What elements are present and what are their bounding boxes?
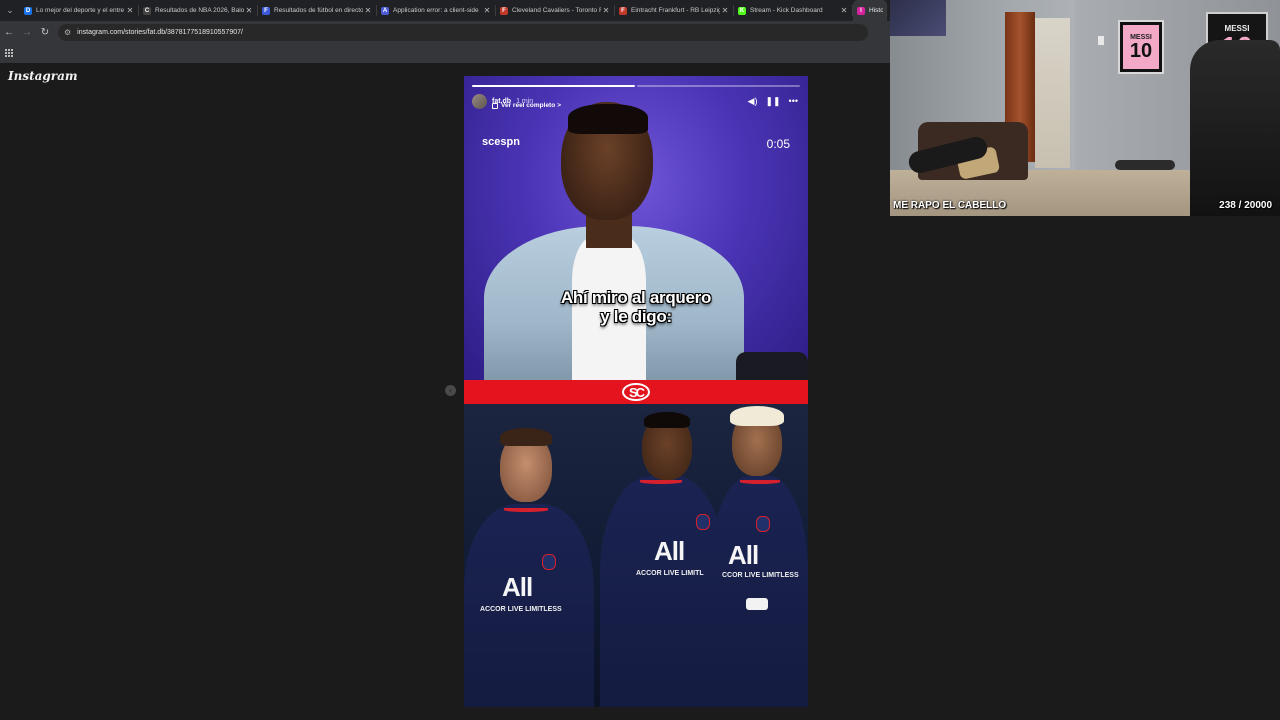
story-image-bottom: All ACCOR LIVE LIMITLESS All ACCOR LIVE … <box>464 404 808 707</box>
browser-tab[interactable]: C Resultados de NBA 2026, Balon ✕ <box>139 0 258 21</box>
person-hair <box>568 104 648 134</box>
webcam-poster <box>890 0 946 36</box>
speaker-icon[interactable]: ◀) <box>748 96 758 107</box>
tab-title: Cleveland Cavaliers - Toronto R <box>512 7 601 14</box>
back-icon[interactable]: ← <box>0 21 18 43</box>
tab-favicon-icon: F <box>500 6 508 15</box>
player-3-sponsor: All <box>728 540 759 570</box>
player-1-hair <box>500 428 552 446</box>
bookmarks-bar <box>0 43 890 63</box>
watermark-text: scespn <box>482 136 520 148</box>
webcam-gaming-chair <box>1190 40 1280 216</box>
chair <box>736 352 808 380</box>
reel-icon <box>492 102 498 109</box>
site-info-icon[interactable]: ⚙ <box>64 28 71 37</box>
tab-close-icon[interactable]: ✕ <box>720 6 730 15</box>
browser-tab[interactable]: D Lo mejor del deporte y el entre ✕ <box>20 0 139 21</box>
caption-line-1: Ahí miro al arquero <box>560 288 712 307</box>
player-3-collar <box>740 480 780 484</box>
webcam-doorway <box>1035 18 1070 168</box>
player-3-crest <box>756 516 770 532</box>
tab-favicon-icon: F <box>262 6 270 15</box>
toolbar: ← → ↻ ⚙ instagram.com/stories/fat.db/387… <box>0 21 890 43</box>
tab-title: Application error: a client-side <box>393 7 479 14</box>
tab-close-icon[interactable]: ✕ <box>482 6 492 15</box>
tab-close-icon[interactable]: ✕ <box>363 6 373 15</box>
webcam-overlay: MESSI 10 MESSI 10 ME RAPO EL CABELLO 238… <box>890 0 1280 216</box>
player-3-sponsor-sub: CCOR LIVE LIMITLESS <box>722 572 799 579</box>
previous-story-icon[interactable]: ‹ <box>445 385 456 396</box>
reel-link-label: Ver reel completo <box>501 102 556 109</box>
player-2-collar <box>640 480 682 484</box>
tab-title: Eintracht Frankfurt - RB Leipzig <box>631 7 720 14</box>
story-progress <box>472 85 800 87</box>
stream-title: ME RAPO EL CABELLO <box>893 200 1007 211</box>
player-1-crest <box>542 554 556 570</box>
view-full-reel-link[interactable]: Ver reel completo > <box>492 102 561 109</box>
forward-icon[interactable]: → <box>18 21 36 43</box>
player-3-jersey <box>710 476 808 707</box>
tab-close-icon[interactable]: ✕ <box>601 6 611 15</box>
tab-search-icon[interactable]: ⌄ <box>0 0 20 21</box>
video-caption: Ahí miro al arquero y le digo: <box>464 288 808 326</box>
player-2-hair <box>644 412 690 428</box>
tab-title: Resultados de fútbol en directo <box>274 7 363 14</box>
player-1-collar <box>504 508 548 512</box>
tab-favicon-icon: K <box>738 6 746 15</box>
pause-icon[interactable]: ❚❚ <box>765 96 780 107</box>
browser-tab[interactable]: F Eintracht Frankfurt - RB Leipzig ✕ <box>615 0 734 21</box>
url-text: instagram.com/stories/fat.db/38781775189… <box>77 28 243 36</box>
tab-strip: ⌄ D Lo mejor del deporte y el entre ✕ C Resu… <box>0 0 890 21</box>
webcam-chair-arm <box>1115 160 1175 170</box>
webcam-jersey-frame: MESSI 10 <box>1118 20 1164 74</box>
tab-title: Historia <box>869 7 883 14</box>
player-1-sponsor: All <box>502 572 533 602</box>
player-2-sponsor-sub: ACCOR LIVE LIMITL <box>636 570 704 577</box>
tab-favicon-icon: A <box>381 6 389 15</box>
tab-favicon-icon: F <box>619 6 627 15</box>
story-viewer[interactable]: fat.db 1 min Ver reel completo > ◀) ❚❚ •… <box>464 76 808 707</box>
sportscenter-band: SC <box>464 380 808 404</box>
jersey-number: 10 <box>1129 39 1153 62</box>
tab-title: Stream - Kick Dashboard <box>750 7 823 14</box>
more-icon[interactable]: ••• <box>789 96 798 107</box>
player-3-wristband <box>746 598 768 610</box>
player-2-crest <box>696 514 710 530</box>
browser-tab[interactable]: F Resultados de fútbol en directo ✕ <box>258 0 377 21</box>
browser-tab[interactable]: F Cleveland Cavaliers - Toronto R ✕ <box>496 0 615 21</box>
goal-counter: 238 / 20000 <box>1219 200 1272 211</box>
story-controls: ◀) ❚❚ ••• <box>748 96 798 107</box>
tab-favicon-icon: D <box>24 6 32 15</box>
progress-segment <box>472 85 635 87</box>
instagram-page: Instagram ‹ fat.db 1 min Ver reel comple… <box>0 63 890 720</box>
webcam-light-switch <box>1098 36 1104 45</box>
reload-icon[interactable]: ↻ <box>36 21 54 43</box>
browser-tab[interactable]: A Application error: a client-side ✕ <box>377 0 496 21</box>
browser-chrome: ⌄ D Lo mejor del deporte y el entre ✕ C Resu… <box>0 0 890 63</box>
sportscenter-logo: SC <box>622 383 650 401</box>
chevron-right-icon: > <box>557 102 561 109</box>
tab-close-icon[interactable]: ✕ <box>839 6 849 15</box>
browser-tab[interactable]: I Historia <box>853 0 887 21</box>
webcam-jersey: MESSI 10 <box>1123 25 1159 69</box>
tab-title: Lo mejor del deporte y el entre <box>36 7 125 14</box>
player-1-sponsor-sub: ACCOR LIVE LIMITLESS <box>480 606 562 613</box>
tab-close-icon[interactable]: ✕ <box>125 6 135 15</box>
browser-tab[interactable]: K Stream - Kick Dashboard ✕ <box>734 0 853 21</box>
tab-favicon-icon: I <box>857 6 865 15</box>
story-video-top: fat.db 1 min Ver reel completo > ◀) ❚❚ •… <box>464 76 808 386</box>
video-timer: 0:05 <box>766 137 790 151</box>
player-2-sponsor: All <box>654 536 685 566</box>
tab-close-icon[interactable]: ✕ <box>244 6 254 15</box>
instagram-logo[interactable]: Instagram <box>8 69 78 83</box>
player-2-jersey <box>600 476 726 707</box>
caption-line-2: y le digo: <box>600 307 672 326</box>
player-3-bleached-hair <box>730 406 784 426</box>
tab-favicon-icon: C <box>143 6 151 15</box>
address-bar[interactable]: ⚙ instagram.com/stories/fat.db/387817751… <box>58 23 868 41</box>
avatar[interactable] <box>472 93 487 109</box>
apps-grid-icon[interactable] <box>5 48 14 58</box>
tab-title: Resultados de NBA 2026, Balon <box>155 7 244 14</box>
progress-segment <box>637 85 800 87</box>
